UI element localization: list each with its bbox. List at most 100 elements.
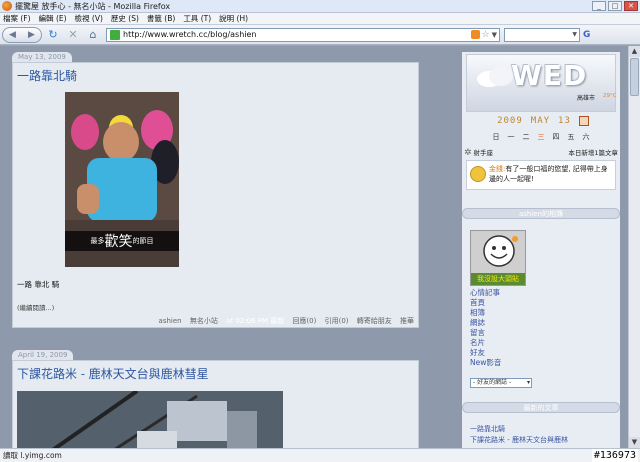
post-time: at 02:06 PM 最新 [226, 317, 285, 325]
scroll-down-icon[interactable]: ▼ [629, 437, 640, 448]
minimize-button[interactable]: _ [592, 1, 606, 11]
search-engine-icon[interactable]: G [583, 30, 590, 40]
firefox-icon [2, 1, 12, 11]
stop-icon[interactable]: ✕ [64, 27, 82, 43]
post-title[interactable]: 一路靠北騎 [13, 63, 418, 84]
fortune-box: 金錢:有了一般口福的慾望, 記得帶上身邊的人一起喔! [466, 160, 616, 190]
scroll-thumb[interactable] [630, 58, 639, 96]
search-input[interactable]: ▼ [504, 27, 580, 42]
forward-link[interactable]: 轉寄給朋友 [357, 317, 392, 325]
sidebar-link-card[interactable]: 名片 [470, 338, 501, 348]
sidebar-link-blog[interactable]: 網誌 [470, 318, 501, 328]
home-icon[interactable]: ⌂ [84, 27, 102, 43]
date-display: 2009 MAY 13 [470, 114, 616, 128]
weekday-wed[interactable]: 三 [538, 132, 545, 142]
photo-caption: 最多 歡笑 的節目 [65, 231, 179, 251]
menu-edit[interactable]: 編輯 (E) [39, 13, 67, 24]
reply-link[interactable]: 回應(0) [292, 317, 316, 325]
recent-posts-list: 一路靠北騎 下課花路米 - 鹿林天文台與鹿林 [470, 424, 568, 446]
address-bar[interactable]: http://www.wretch.cc/blog/ashien ☆ ▼ [106, 27, 500, 42]
album-header[interactable]: ashien的相簿 [462, 208, 620, 219]
post-author[interactable]: ashien [159, 317, 182, 325]
telescope-image [17, 391, 283, 448]
default-avatar-icon [471, 231, 525, 275]
site-favicon-icon [110, 29, 120, 40]
weekday-row: 日 一 二 三 四 五 六 [466, 132, 616, 142]
sidebar-link-guestbook[interactable]: 留言 [470, 328, 501, 338]
telescope-photo[interactable] [17, 391, 283, 448]
weekday-tue[interactable]: 二 [523, 132, 530, 142]
watermark-text: #136973 [591, 449, 638, 462]
weekday-sat[interactable]: 六 [583, 132, 590, 142]
weather-temp: 29°C [603, 93, 617, 99]
sidebar-link-album[interactable]: 相簿 [470, 308, 501, 318]
menu-bookmarks[interactable]: 書籤 (B) [147, 13, 175, 24]
sidebar-link-home[interactable]: 首頁 [470, 298, 501, 308]
maximize-button[interactable]: □ [608, 1, 622, 11]
recent-posts-header: 最新的文章 [462, 402, 620, 413]
sidebar: WED 高雄市 29°C 2009 MAY 13 日 一 二 三 四 五 六 ✲… [462, 52, 620, 448]
menu-tools[interactable]: 工具 (T) [183, 13, 211, 24]
page-viewport: May 13, 2009 一路靠北騎 最多 歡笑 的節目 一路 靠北 騎 (繼續… [0, 46, 640, 448]
post-photo[interactable]: 最多 歡笑 的節目 [65, 92, 179, 267]
zodiac-sign: 射手座 [473, 148, 494, 157]
search-dropdown-icon[interactable]: ▼ [572, 31, 577, 38]
menu-help[interactable]: 說明 (H) [219, 13, 248, 24]
read-more-link[interactable]: (繼續閱讀...) [17, 302, 54, 312]
cloud-icon [477, 66, 513, 87]
weekday-fri[interactable]: 五 [568, 132, 575, 142]
menu-bar: 檔案 (F) 編輯 (E) 檢視 (V) 歷史 (S) 書籤 (B) 工具 (T… [0, 13, 640, 25]
menu-file[interactable]: 檔案 (F) [3, 13, 31, 24]
friend-blog-select[interactable]: - 好友的網誌 - [470, 378, 532, 388]
today-note[interactable]: 本日新增1篇文章 [568, 147, 618, 157]
weekday-thu[interactable]: 四 [553, 132, 560, 142]
weekday-mon[interactable]: 一 [508, 132, 515, 142]
status-text: 讀取 l.yimg.com [3, 451, 62, 460]
weather-city: 高雄市 [577, 95, 596, 102]
sidebar-link-video[interactable]: New影音 [470, 358, 501, 368]
forward-icon[interactable]: ▶ [28, 30, 35, 40]
blog-post: 下課花路米 - 鹿林天文台與鹿林彗星 [12, 360, 419, 448]
close-button[interactable]: ✕ [624, 1, 638, 11]
post-date-tab: May 13, 2009 [12, 52, 72, 62]
rss-feed-icon[interactable] [470, 30, 480, 39]
date-month: MAY [530, 116, 551, 126]
back-forward-buttons[interactable]: ◀ ▶ [2, 26, 42, 43]
url-text[interactable]: http://www.wretch.cc/blog/ashien [123, 30, 471, 39]
reload-icon[interactable]: ↻ [44, 27, 62, 43]
url-dropdown-icon[interactable]: ▼ [492, 31, 497, 39]
window-title: 擺驚屋 放手心 - 無名小站 - Mozilla Firefox [15, 1, 171, 11]
sidebar-link-friends[interactable]: 好友 [470, 348, 501, 358]
calendar-icon[interactable] [578, 116, 589, 126]
sidebar-links: 心情記事 首頁 相簿 網誌 留言 名片 好友 New影音 [470, 288, 501, 368]
recommend-link[interactable]: 推華 [400, 317, 414, 325]
post-footer: ashien 無名小站 at 02:06 PM 最新 回應(0) 引用(0) 轉… [153, 316, 414, 326]
post-title[interactable]: 下課花路米 - 鹿林天文台與鹿林彗星 [13, 361, 418, 382]
menu-history[interactable]: 歷史 (S) [111, 13, 139, 24]
trackback-link[interactable]: 引用(0) [325, 317, 349, 325]
weekday-text: WED [511, 59, 588, 92]
post-date-tab: April 19, 2009 [12, 350, 74, 360]
smiley-icon [470, 166, 486, 182]
avatar-label: 我沒設大頭貼 [471, 273, 525, 285]
bookmark-star-icon[interactable]: ☆ [482, 30, 490, 40]
blog-post: 一路靠北騎 最多 歡笑 的節目 一路 靠北 騎 (繼續閱讀...) ashien… [12, 62, 419, 328]
recent-post-link[interactable]: 下課花路米 - 鹿林天文台與鹿林 [470, 435, 568, 446]
date-day: 13 [558, 116, 571, 126]
menu-view[interactable]: 檢視 (V) [75, 13, 103, 24]
scroll-up-icon[interactable]: ▲ [629, 46, 640, 57]
zodiac-row: ✲ 射手座 本日新增1篇文章 [464, 146, 618, 158]
weather-widget: WED 高雄市 29°C [466, 54, 617, 112]
date-year: 2009 [497, 116, 523, 126]
back-icon[interactable]: ◀ [9, 30, 16, 40]
weekday-sun[interactable]: 日 [493, 132, 500, 142]
sidebar-link-mood[interactable]: 心情記事 [470, 288, 501, 298]
navigation-toolbar: ◀ ▶ ↻ ✕ ⌂ http://www.wretch.cc/blog/ashi… [0, 25, 640, 45]
recent-post-link[interactable]: 一路靠北騎 [470, 424, 568, 435]
vertical-scrollbar[interactable]: ▲ ▼ [628, 46, 640, 448]
post-snippet: 一路 靠北 騎 [17, 280, 60, 289]
avatar[interactable]: 我沒設大頭貼 [470, 230, 526, 286]
status-bar: 讀取 l.yimg.com #136973 [0, 448, 640, 462]
post-site[interactable]: 無名小站 [190, 317, 218, 325]
fortune-text: 金錢:有了一般口福的慾望, 記得帶上身邊的人一起喔! [489, 165, 608, 183]
